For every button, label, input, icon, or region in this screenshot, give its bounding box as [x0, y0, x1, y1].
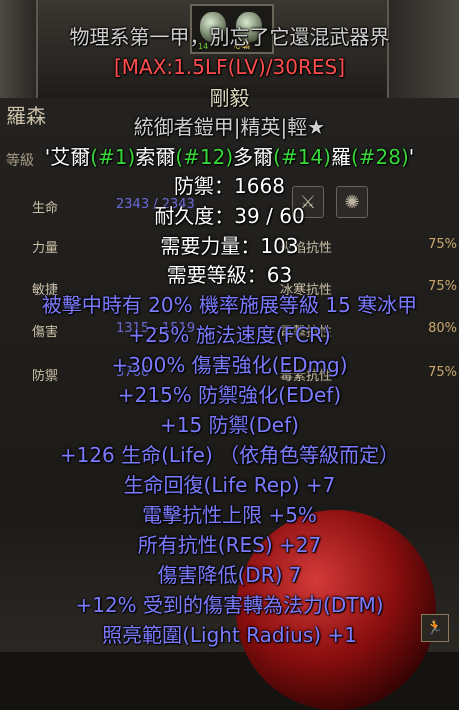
mod-line: 傷害降低(DR) 7 [157, 563, 302, 587]
item-name: 剛毅 [209, 86, 250, 110]
required-level: 需要等級：63 [166, 263, 293, 287]
mod-line: 所有抗性(RES) +27 [137, 533, 322, 557]
mod-line: +215% 防禦強化(EDef) [117, 383, 342, 407]
rune-number: (#12) [175, 145, 234, 169]
rune-name: ' [408, 145, 415, 169]
rune-number: (#14) [273, 145, 331, 169]
item-tooltip: 物理系第一甲，別忘了它還混武器界 [MAX:1.5LF(LV)/30RES] 剛… [0, 0, 459, 652]
mod-line: +126 生命(Life) （依角色等級而定） [59, 443, 400, 467]
required-strength: 需要力量：103 [160, 234, 299, 258]
defense-value: 防禦：1668 [174, 174, 285, 198]
rune-name: 索爾 [135, 145, 176, 169]
mod-line: +15 防禦(Def) [160, 413, 299, 437]
runeword-recipe: '艾爾(#1)索爾(#12)多爾(#14)羅(#28)' [0, 145, 459, 169]
rune-number: (#28) [350, 145, 409, 169]
tooltip-title: 物理系第一甲，別忘了它還混武器界 [69, 25, 390, 49]
tooltip-subtitle: [MAX:1.5LF(LV)/30RES] [113, 55, 346, 79]
rune-name: 多爾 [233, 145, 274, 169]
mod-line: 生命回復(Life Rep) +7 [123, 473, 336, 497]
item-type: 統御者鎧甲|精英|輕★ [133, 115, 326, 139]
rune-name: '艾爾 [44, 145, 91, 169]
rune-number: (#1) [90, 145, 136, 169]
rune-name: 羅 [330, 145, 351, 169]
mod-line: 電擊抗性上限 +5% [142, 503, 317, 527]
durability-value: 耐久度：39 / 60 [154, 204, 305, 228]
mod-line: +12% 受到的傷害轉為法力(DTM) [75, 593, 384, 617]
mod-line: +25% 施法速度(FCR) [128, 323, 331, 347]
mod-line: +300% 傷害強化(EDmg) [111, 353, 348, 377]
mod-line: 照亮範圍(Light Radius) +1 [102, 623, 357, 647]
mod-line: 被擊中時有 20% 機率施展等級 15 寒冰甲 [41, 293, 418, 317]
